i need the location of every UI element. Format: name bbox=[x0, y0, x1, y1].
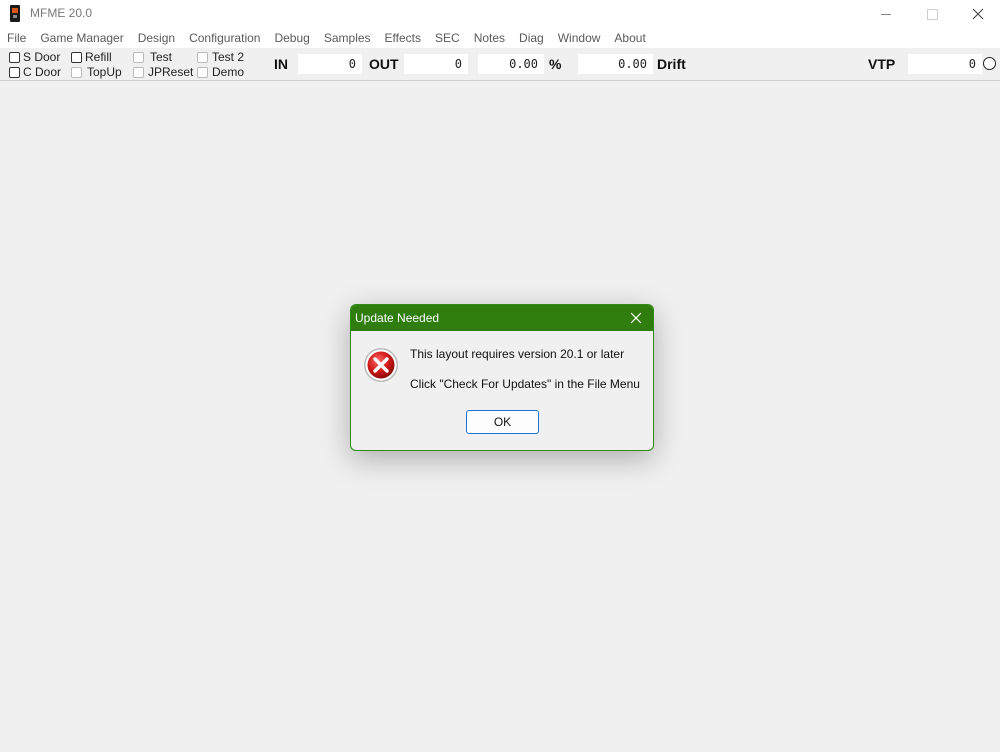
minimize-button[interactable] bbox=[863, 0, 909, 28]
percent-value: 0.00 bbox=[478, 54, 544, 74]
drift-value: 0.00 bbox=[578, 54, 653, 74]
minimize-icon bbox=[881, 13, 891, 15]
ok-button[interactable]: OK bbox=[466, 410, 539, 434]
checkbox-label: Test bbox=[150, 50, 173, 64]
error-icon bbox=[364, 348, 398, 382]
checkbox-label: C Door bbox=[23, 65, 62, 79]
cdoor-checkbox[interactable]: C Door bbox=[9, 65, 61, 79]
close-icon bbox=[630, 312, 642, 324]
menu-design[interactable]: Design bbox=[131, 28, 182, 48]
checkbox-box bbox=[133, 51, 144, 63]
in-counter: 0 bbox=[298, 54, 362, 74]
menu-bar: File Game Manager Design Configuration D… bbox=[0, 28, 1000, 48]
update-needed-dialog: Update Needed This layout requires versi… bbox=[350, 304, 654, 451]
checkbox-box bbox=[9, 51, 20, 63]
menu-diag[interactable]: Diag bbox=[512, 28, 551, 48]
checkbox-label: TopUp bbox=[87, 65, 122, 79]
checkbox-label: Demo bbox=[212, 65, 245, 79]
drift-label: Drift bbox=[657, 56, 686, 72]
menu-file[interactable]: File bbox=[0, 28, 33, 48]
menu-about[interactable]: About bbox=[607, 28, 652, 48]
menu-game-manager[interactable]: Game Manager bbox=[33, 28, 130, 48]
menu-effects[interactable]: Effects bbox=[378, 28, 428, 48]
close-button[interactable] bbox=[955, 0, 1000, 28]
dialog-title: Update Needed bbox=[355, 311, 440, 325]
topup-checkbox[interactable]: TopUp bbox=[71, 65, 122, 79]
dialog-message-line1: This layout requires version 20.1 or lat… bbox=[410, 347, 625, 361]
menu-sec[interactable]: SEC bbox=[428, 28, 467, 48]
maximize-button[interactable] bbox=[909, 0, 955, 28]
out-counter: 0 bbox=[404, 54, 468, 74]
title-bar: MFME 20.0 bbox=[0, 0, 1000, 28]
menu-window[interactable]: Window bbox=[551, 28, 608, 48]
vtp-radio[interactable] bbox=[983, 57, 996, 70]
checkbox-box bbox=[71, 51, 82, 63]
vtp-value: 0 bbox=[908, 54, 982, 74]
dialog-message-line2: Click "Check For Updates" in the File Me… bbox=[410, 377, 640, 391]
out-label: OUT bbox=[369, 56, 399, 72]
menu-samples[interactable]: Samples bbox=[317, 28, 378, 48]
menu-debug[interactable]: Debug bbox=[267, 28, 316, 48]
maximize-icon bbox=[926, 8, 938, 20]
in-label: IN bbox=[274, 56, 288, 72]
checkbox-label: Refill bbox=[85, 50, 112, 64]
test2-checkbox[interactable]: Test 2 bbox=[197, 50, 244, 64]
menu-notes[interactable]: Notes bbox=[467, 28, 512, 48]
app-icon bbox=[10, 5, 20, 22]
test-checkbox[interactable]: Test bbox=[133, 50, 172, 64]
checkbox-box bbox=[197, 66, 208, 78]
window-title: MFME 20.0 bbox=[30, 6, 93, 20]
checkbox-label: Test 2 bbox=[212, 50, 245, 64]
checkbox-box bbox=[197, 51, 208, 63]
sdoor-checkbox[interactable]: S Door bbox=[9, 50, 60, 64]
dialog-close-button[interactable] bbox=[625, 308, 647, 328]
refill-checkbox[interactable]: Refill bbox=[71, 50, 112, 64]
checkbox-label: JPReset bbox=[148, 65, 194, 79]
checkbox-box bbox=[71, 66, 82, 78]
percent-label: % bbox=[549, 56, 562, 72]
menu-configuration[interactable]: Configuration bbox=[182, 28, 267, 48]
vtp-label: VTP bbox=[868, 56, 896, 72]
demo-checkbox[interactable]: Demo bbox=[197, 65, 244, 79]
checkbox-box bbox=[133, 66, 144, 78]
jpreset-checkbox[interactable]: JPReset bbox=[133, 65, 193, 79]
checkbox-label: S Door bbox=[23, 50, 61, 64]
dialog-title-bar: Update Needed bbox=[351, 305, 653, 331]
close-icon bbox=[972, 8, 984, 20]
checkbox-box bbox=[9, 66, 20, 78]
